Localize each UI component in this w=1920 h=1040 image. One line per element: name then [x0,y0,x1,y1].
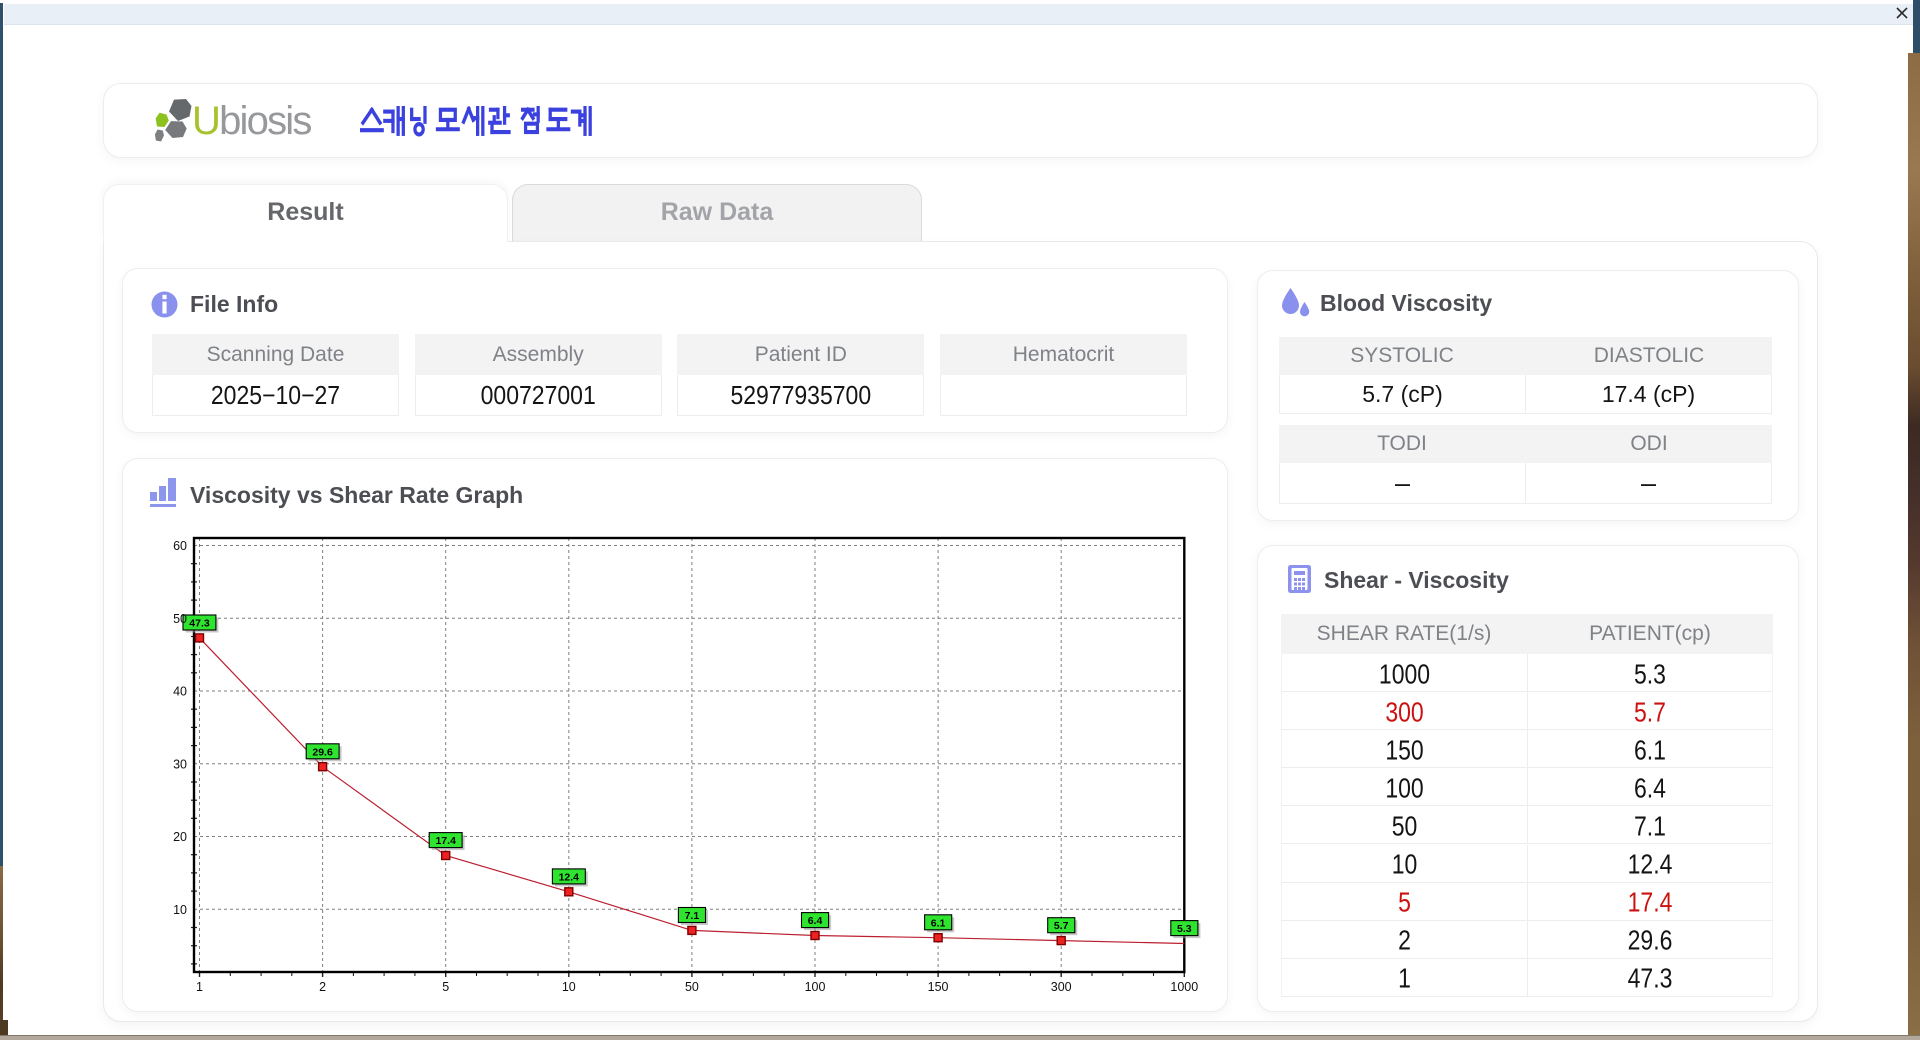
svg-text:5: 5 [442,980,449,994]
svg-text:5.3: 5.3 [1177,923,1192,935]
svg-text:50: 50 [685,980,699,994]
svg-text:1000: 1000 [1170,980,1198,994]
svg-text:50: 50 [173,612,187,626]
svg-text:5.7: 5.7 [1054,920,1069,932]
svg-text:150: 150 [928,980,949,994]
svg-text:300: 300 [1051,980,1072,994]
svg-text:47.3: 47.3 [189,618,210,630]
svg-text:6.4: 6.4 [808,915,823,927]
svg-text:30: 30 [173,757,187,771]
svg-text:40: 40 [173,685,187,699]
svg-text:10: 10 [173,903,187,917]
svg-text:60: 60 [173,539,187,553]
svg-text:2: 2 [319,980,326,994]
svg-text:12.4: 12.4 [559,871,580,883]
svg-text:20: 20 [173,830,187,844]
svg-text:100: 100 [805,980,826,994]
svg-text:7.1: 7.1 [685,910,700,922]
svg-text:17.4: 17.4 [435,835,456,847]
svg-text:29.6: 29.6 [312,746,333,758]
svg-text:1: 1 [196,980,203,994]
svg-text:6.1: 6.1 [931,917,946,929]
svg-text:10: 10 [562,980,576,994]
